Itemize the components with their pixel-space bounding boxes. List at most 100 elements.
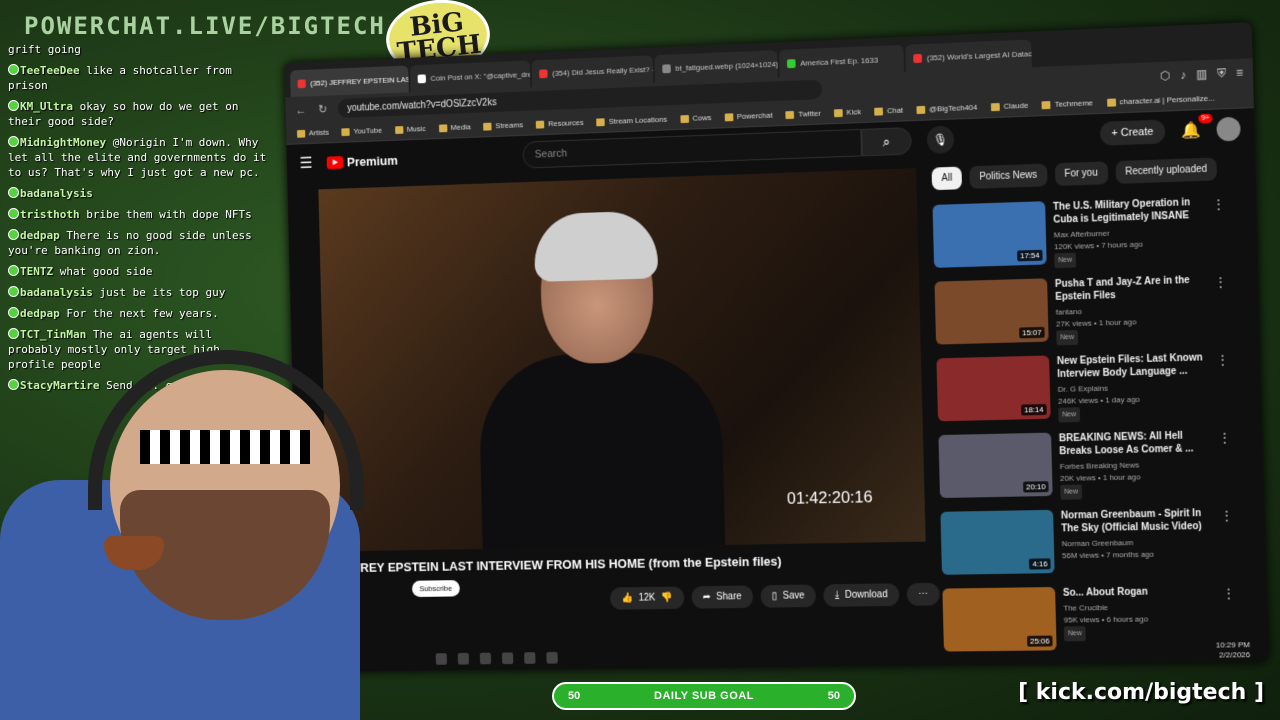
filter-chip[interactable]: Politics News — [969, 163, 1048, 189]
bookmark-item[interactable]: @BigTech404 — [916, 102, 978, 114]
bookmark-item[interactable]: Claude — [990, 101, 1028, 111]
download-button[interactable]: ⤓ Download — [823, 583, 900, 607]
shield-icon[interactable]: ⛨ — [1217, 66, 1226, 81]
video-title-link[interactable]: New Epstein Files: Last Known Interview … — [1057, 351, 1205, 381]
more-options-icon[interactable]: ⋮ — [1219, 431, 1231, 445]
share-button[interactable]: ➦ Share — [691, 585, 754, 609]
browser-tab[interactable]: bt_fatigued.webp (1024×1024) — [654, 50, 778, 83]
video-meta: 95K views • 6 hours ago — [1063, 614, 1149, 625]
video-thumbnail[interactable]: 18:14 — [936, 355, 1051, 422]
sidebar-icon[interactable]: ▥ — [1196, 67, 1208, 82]
bookmark-item[interactable]: Kick — [833, 107, 862, 117]
video-meta: 56M views • 7 months ago — [1061, 549, 1155, 561]
video-title-link[interactable]: BREAKING NEWS: All Hell Breaks Loose As … — [1059, 429, 1207, 458]
recommended-video[interactable]: 18:14 New Epstein Files: Last Known Inter… — [936, 351, 1232, 431]
recommended-video[interactable]: 4:16 Norman Greenbaum - Spirit In The Sky… — [940, 507, 1236, 585]
video-title-link[interactable]: The U.S. Military Operation in Cuba is L… — [1053, 196, 1201, 227]
chat-username[interactable]: tristhoth — [20, 208, 80, 221]
back-icon[interactable]: ← — [294, 103, 307, 117]
thumbs-down-icon[interactable]: 👎 — [661, 592, 673, 603]
menu-icon[interactable]: ≡ — [1236, 65, 1243, 80]
recommended-video[interactable]: 15:07 Pusha T and Jay-Z Are in the Epstei… — [934, 273, 1230, 355]
notifications-icon[interactable]: 🔔 9+ — [1181, 113, 1213, 141]
video-title-link[interactable]: So... About Rogan — [1063, 585, 1211, 600]
video-title-link[interactable]: Pusha T and Jay-Z Are in the Epstein Fil… — [1055, 274, 1203, 304]
video-thumbnail[interactable]: 20:10 — [938, 432, 1053, 499]
search-icon[interactable]: ⌕ — [861, 127, 912, 157]
save-button[interactable]: ▯ Save — [760, 584, 817, 608]
bookmark-item[interactable]: Streams — [483, 120, 523, 130]
search-input[interactable]: Search — [522, 128, 862, 169]
bookmark-label: Kick — [846, 107, 862, 117]
taskbar-app-icon[interactable] — [501, 652, 514, 665]
bookmark-item[interactable]: Chat — [874, 106, 903, 116]
create-button[interactable]: + Create — [1099, 119, 1166, 146]
bookmark-item[interactable]: Techmeme — [1041, 98, 1093, 109]
video-duration: 17:54 — [1017, 249, 1043, 262]
chat-username[interactable]: badanalysis — [20, 286, 93, 299]
chat-message: KM_Ultra okay so how do we get on their … — [8, 99, 268, 129]
taskbar-app-icon[interactable] — [435, 653, 447, 665]
reload-icon[interactable]: ↻ — [316, 102, 329, 116]
browser-tab[interactable]: (352) World's Largest AI Datacenter Has — [905, 39, 1032, 73]
browser-tab[interactable]: (352) JEFFREY EPSTEIN LAST INTERV — [290, 65, 409, 98]
bookmark-item[interactable]: Resources — [535, 118, 584, 129]
like-button[interactable]: 👍 12K 👎 — [609, 586, 685, 610]
bookmark-item[interactable]: Music — [394, 124, 426, 134]
bookmark-item[interactable]: character.ai | Personalize... — [1106, 94, 1215, 107]
chat-username[interactable]: TeeTeeDee — [20, 64, 80, 77]
recommended-video[interactable]: 17:54 The U.S. Military Operation in Cuba… — [932, 195, 1228, 278]
create-label: Create — [1120, 125, 1154, 140]
more-options-icon[interactable]: ⋮ — [1216, 353, 1228, 367]
video-title-link[interactable]: Norman Greenbaum - Spirit In The Sky (Of… — [1061, 507, 1209, 535]
filter-chip[interactable]: For you — [1054, 161, 1108, 186]
chat-username[interactable]: MidnightMoney — [20, 136, 106, 149]
bookmark-item[interactable]: Powerchat — [724, 111, 773, 122]
more-options-icon[interactable]: ⋮ — [1223, 586, 1235, 600]
bookmark-item[interactable]: Media — [438, 122, 471, 132]
taskbar-app-icon[interactable] — [524, 652, 536, 664]
bookmark-label: Music — [406, 124, 426, 134]
bookmark-item[interactable]: Artists — [296, 127, 330, 138]
bookmark-item[interactable]: Twitter — [785, 109, 821, 119]
bookmark-item[interactable]: YouTube — [341, 126, 382, 136]
avatar[interactable] — [1216, 116, 1241, 142]
recommended-video[interactable]: 20:10 BREAKING NEWS: All Hell Breaks Loos… — [938, 429, 1234, 508]
extension-icon[interactable]: ⬡ — [1160, 68, 1171, 83]
bookmark-item[interactable]: Stream Locations — [596, 115, 667, 126]
browser-tab[interactable]: Coin Post on X: "@captive_dreamer The — [409, 60, 531, 93]
taskbar-app-icon[interactable] — [479, 652, 492, 665]
microphone-icon[interactable]: 🎙 — [926, 125, 955, 154]
more-options-icon[interactable]: ⋮ — [1221, 509, 1233, 523]
tab-label: bt_fatigued.webp (1024×1024) — [675, 59, 778, 73]
tab-favicon-icon — [297, 78, 306, 88]
chat-username[interactable]: KM_Ultra — [20, 100, 73, 113]
more-options-icon[interactable]: ⋮ — [1214, 275, 1226, 289]
save-label: Save — [782, 590, 805, 602]
chat-username[interactable]: badanalysis — [20, 187, 93, 200]
youtube-logo[interactable]: ▶ Premium — [326, 153, 398, 170]
more-button[interactable]: ⋯ — [906, 582, 940, 606]
new-badge: New — [1054, 252, 1077, 269]
bookmark-label: Artists — [308, 127, 330, 138]
bookmark-item[interactable]: Cows — [680, 113, 711, 123]
bookmark-label: @BigTech404 — [929, 102, 978, 114]
chat-text: grift going — [8, 43, 81, 56]
chat-username[interactable]: dedpap — [20, 229, 60, 242]
chat-username[interactable]: dedpap — [20, 307, 60, 320]
filter-chip[interactable]: All — [931, 166, 963, 191]
video-info: New Epstein Files: Last Known Interview … — [1057, 351, 1207, 428]
hamburger-icon[interactable]: ☰ — [299, 153, 312, 173]
tab-favicon-icon — [913, 53, 923, 63]
chat-username[interactable]: TENTZ — [20, 265, 53, 278]
video-thumbnail[interactable]: 4:16 — [940, 509, 1055, 575]
filter-chip[interactable]: Recently uploaded — [1115, 157, 1218, 184]
more-options-icon[interactable]: ⋮ — [1212, 197, 1224, 211]
video-thumbnail[interactable]: 17:54 — [932, 201, 1047, 268]
browser-tab[interactable]: (354) Did Jesus Really Exist? - YouTube — [531, 55, 654, 88]
browser-tab[interactable]: America First Ep. 1633 — [779, 44, 905, 78]
taskbar-app-icon[interactable] — [546, 651, 558, 664]
taskbar-app-icon[interactable] — [457, 652, 470, 665]
video-thumbnail[interactable]: 15:07 — [934, 278, 1049, 345]
music-icon[interactable]: ♪ — [1180, 67, 1186, 82]
